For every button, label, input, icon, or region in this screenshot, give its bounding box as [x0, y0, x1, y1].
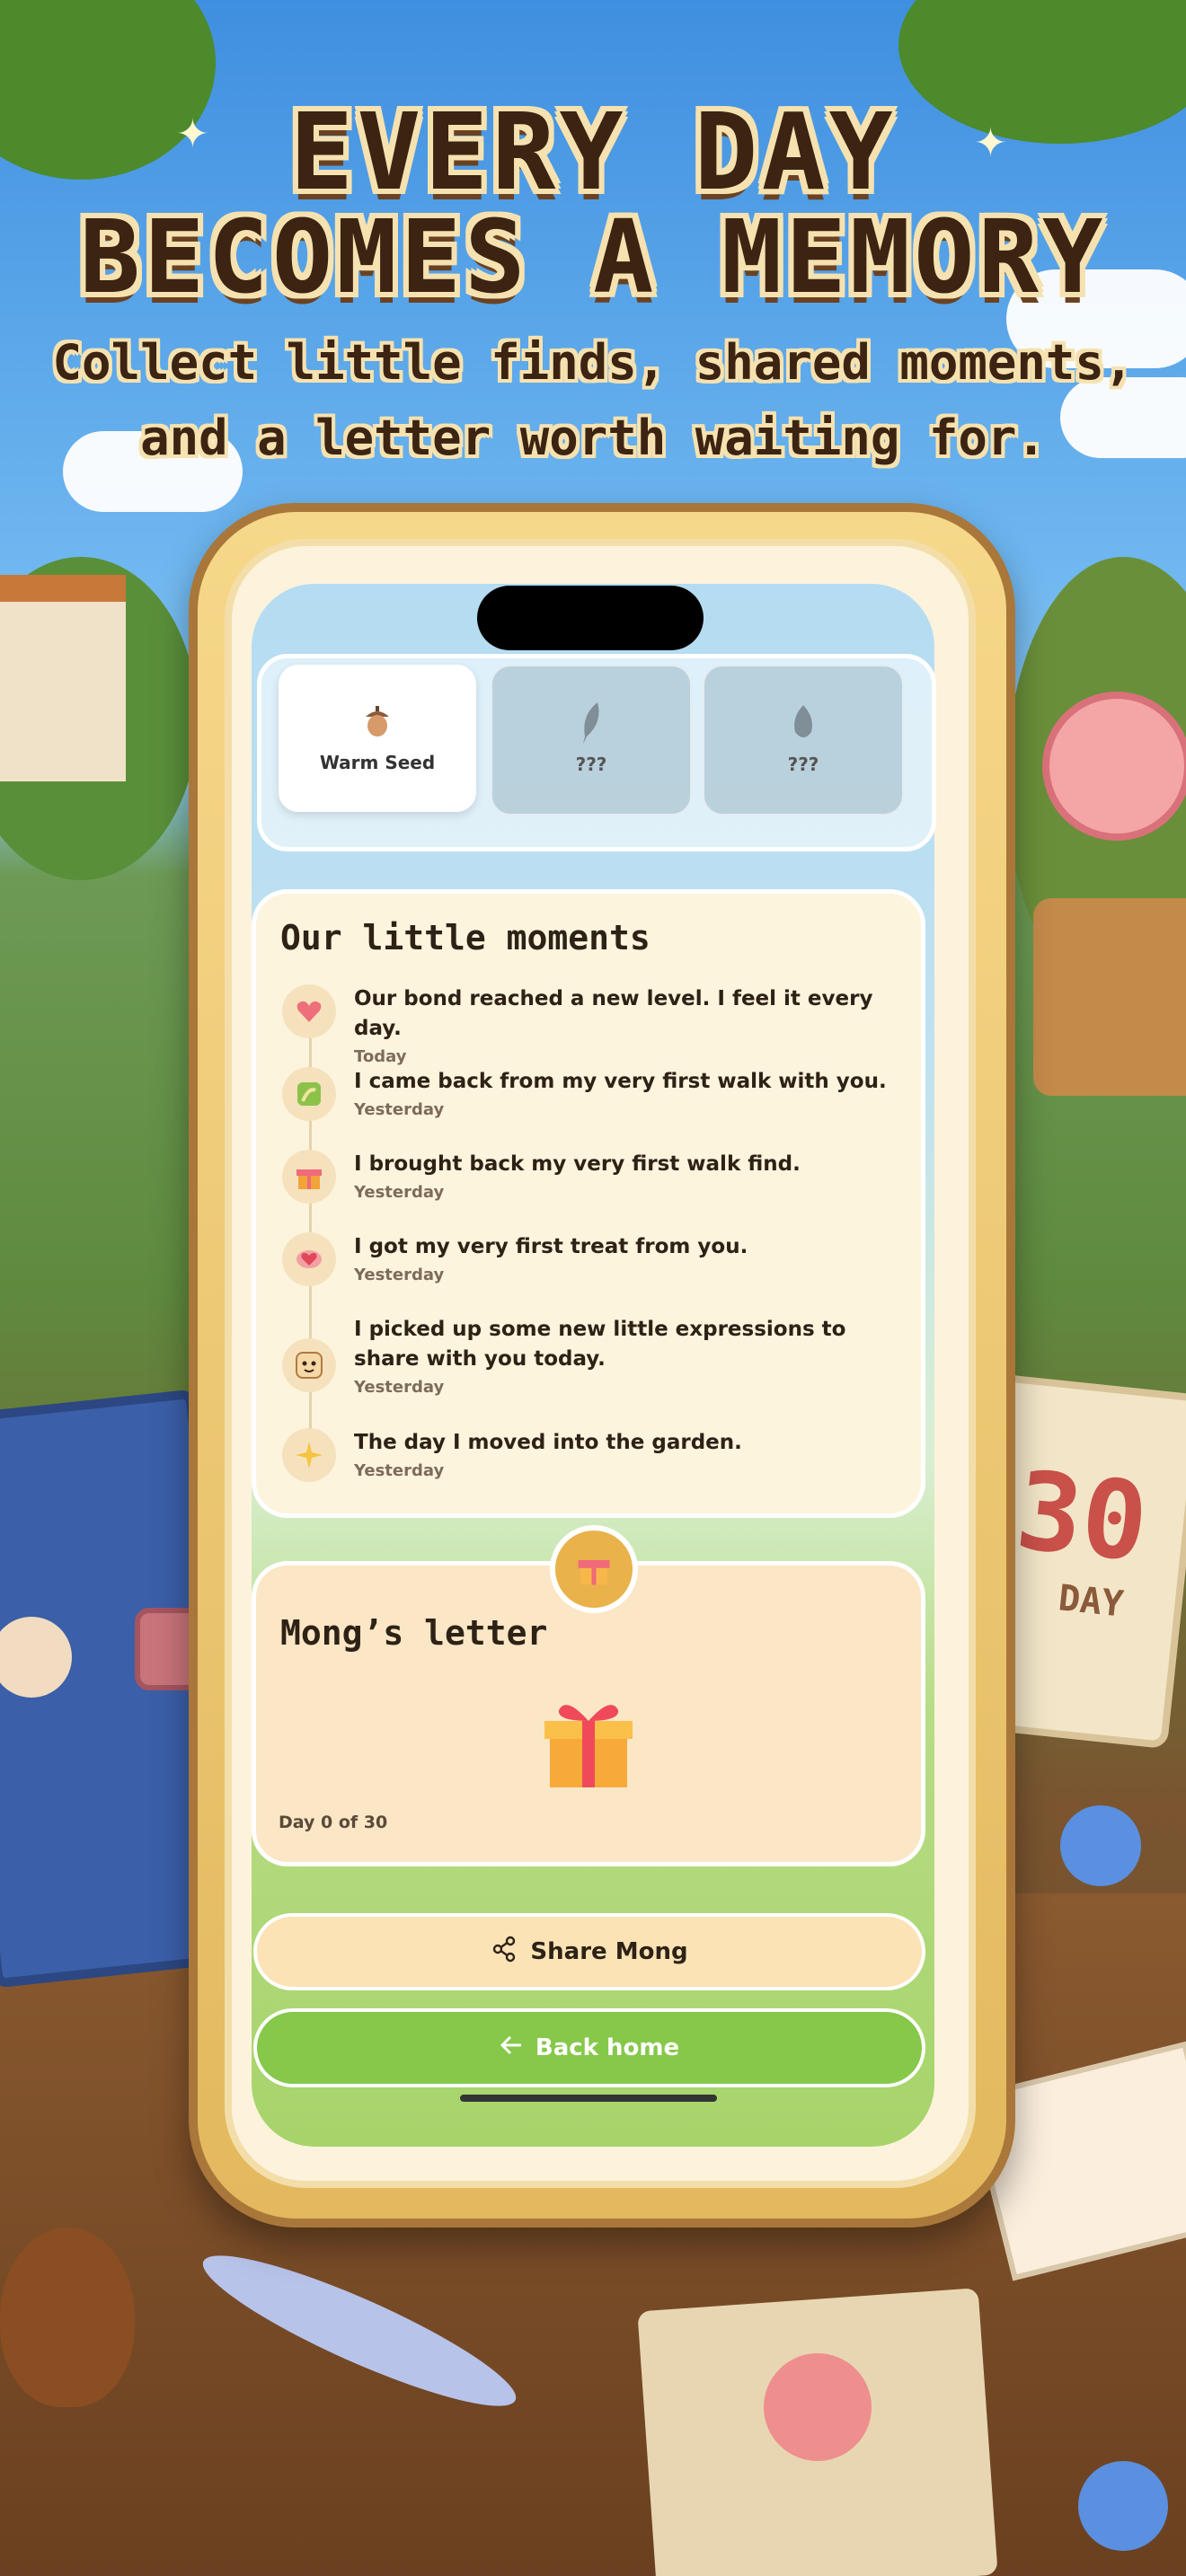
home-indicator	[460, 2095, 717, 2102]
moment-text: I brought back my very first walk find.	[354, 1152, 801, 1176]
heart-icon	[282, 984, 336, 1038]
subheadline-line2: and a letter worth waiting for.	[140, 410, 1046, 466]
moment-time: Yesterday	[354, 1461, 445, 1480]
moment-time: Yesterday	[354, 1183, 445, 1202]
moment-text: The day I moved into the garden.	[354, 1431, 742, 1454]
subheadline-line1: Collect little finds, shared moments,	[52, 334, 1134, 391]
find-card-locked[interactable]: ???	[703, 665, 904, 816]
treat-icon	[282, 1232, 336, 1286]
feather-silhouette-icon	[573, 702, 609, 744]
letter-title: Mong’s letter	[280, 1613, 548, 1653]
find-label: Warm Seed	[319, 752, 436, 773]
walk-map-icon	[282, 1067, 336, 1121]
dynamic-island	[477, 586, 704, 650]
moment-time: Yesterday	[354, 1378, 445, 1397]
share-button-label: Share Mong	[530, 1938, 688, 1965]
letter-progress: Day 0 of 30	[279, 1813, 388, 1832]
moment-text: I came back from my very first walk with…	[354, 1070, 887, 1093]
moment-text: I got my very first treat from you.	[354, 1235, 748, 1258]
back-home-button[interactable]: Back home	[253, 2008, 925, 2087]
headline-line2: BECOMES A MEMORY	[79, 199, 1107, 316]
back-home-label: Back home	[535, 2034, 680, 2061]
expression-face-icon	[282, 1338, 336, 1392]
gift-badge-icon	[550, 1525, 638, 1613]
moment-time: Yesterday	[354, 1266, 445, 1284]
find-card-warm-seed[interactable]: Warm Seed	[279, 665, 476, 812]
share-button[interactable]: Share Mong	[253, 1913, 925, 1990]
calendar-number: 30	[1010, 1448, 1153, 1587]
find-card-locked[interactable]: ???	[491, 665, 692, 816]
share-icon	[491, 1936, 518, 1969]
house	[0, 575, 126, 781]
blue-flower	[1078, 2461, 1168, 2551]
blue-flower	[1060, 1805, 1141, 1886]
acorn-icon	[359, 703, 395, 739]
rose-flower	[1042, 692, 1186, 841]
gift-icon	[539, 1694, 638, 1793]
moment-text: I picked up some new little expressions …	[354, 1318, 846, 1371]
calendar-label: DAY	[1056, 1577, 1126, 1626]
sparkle-icon	[282, 1428, 336, 1482]
headline-line1: EVERY DAY	[289, 90, 897, 214]
moments-title: Our little moments	[280, 918, 651, 957]
find-label: ???	[787, 754, 819, 775]
moment-text: Our bond reached a new level. I feel it …	[354, 987, 873, 1040]
pressed-flower	[764, 2353, 872, 2461]
arrow-left-icon	[500, 2034, 523, 2062]
flower-pot	[1033, 898, 1186, 1096]
acorn	[0, 2228, 135, 2407]
seed-silhouette-icon	[785, 705, 821, 741]
gift-icon	[282, 1150, 336, 1204]
moment-time: Yesterday	[354, 1100, 445, 1119]
find-label: ???	[575, 754, 607, 775]
